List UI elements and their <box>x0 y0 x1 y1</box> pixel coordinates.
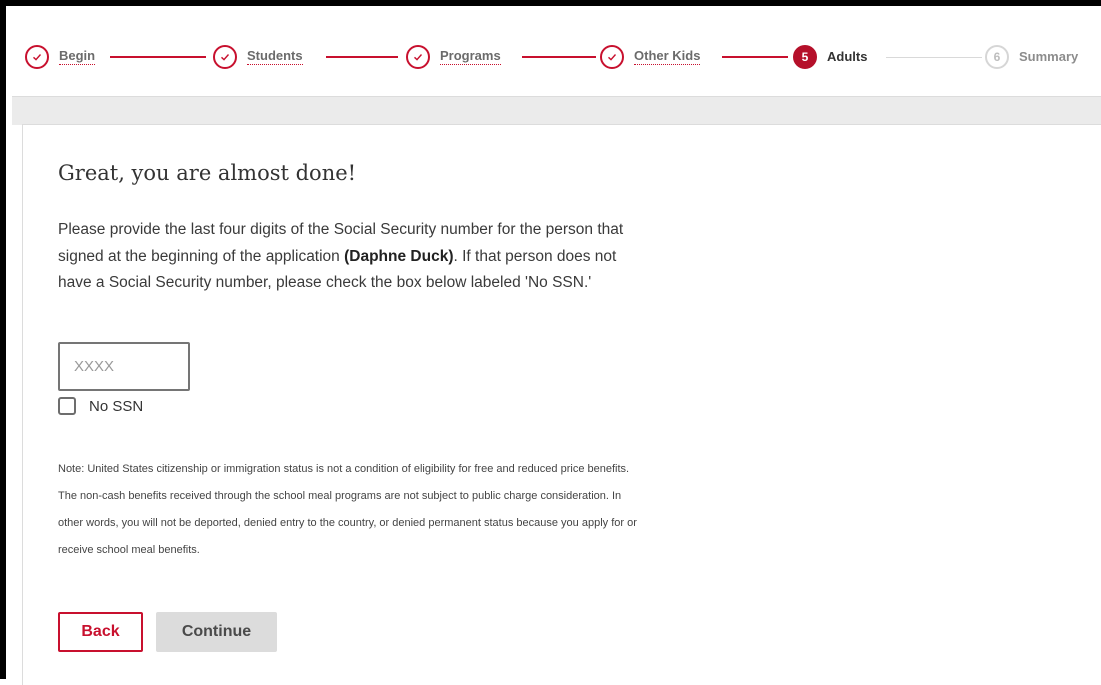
step-number: 5 <box>793 45 817 69</box>
stepper-connector <box>886 57 982 58</box>
stepper-connector <box>326 56 398 58</box>
step-other-kids[interactable]: Other Kids <box>600 44 701 70</box>
stepper-connector <box>722 56 788 58</box>
instructions-text: Please provide the last four digits of t… <box>58 217 648 297</box>
step-label: Other Kids <box>634 48 701 65</box>
no-ssn-label[interactable]: No SSN <box>89 398 143 415</box>
continue-button[interactable]: Continue <box>156 612 277 652</box>
ssn-last-four-input[interactable] <box>58 342 190 391</box>
app-frame: Begin Students Programs Other Kids 5 Adu… <box>0 0 1101 685</box>
stepper-connector <box>522 56 596 58</box>
step-label: Adults <box>827 48 868 64</box>
no-ssn-checkbox[interactable] <box>58 397 76 415</box>
progress-stepper: Begin Students Programs Other Kids 5 Adu… <box>12 12 1101 96</box>
signer-name: (Daphne Duck) <box>344 247 454 265</box>
step-begin[interactable]: Begin <box>25 44 96 70</box>
header-band <box>12 96 1101 125</box>
form-card: Great, you are almost done! Please provi… <box>22 124 1101 685</box>
citizenship-note: Note: United States citizenship or immig… <box>58 463 637 556</box>
check-icon <box>213 45 237 69</box>
step-label: Summary <box>1019 48 1079 64</box>
step-programs[interactable]: Programs <box>406 44 501 70</box>
page-title: Great, you are almost done! <box>58 161 357 185</box>
step-adults: 5 Adults <box>793 44 867 70</box>
step-students[interactable]: Students <box>213 44 303 70</box>
step-number: 6 <box>985 45 1009 69</box>
stepper-connector <box>110 56 206 58</box>
step-label: Students <box>247 48 303 65</box>
step-label: Programs <box>440 48 501 65</box>
check-icon <box>406 45 430 69</box>
check-icon <box>25 45 49 69</box>
back-button[interactable]: Back <box>58 612 143 652</box>
check-icon <box>600 45 624 69</box>
step-summary: 6 Summary <box>985 44 1078 70</box>
no-ssn-option[interactable]: No SSN <box>58 397 143 415</box>
step-label: Begin <box>59 48 96 65</box>
